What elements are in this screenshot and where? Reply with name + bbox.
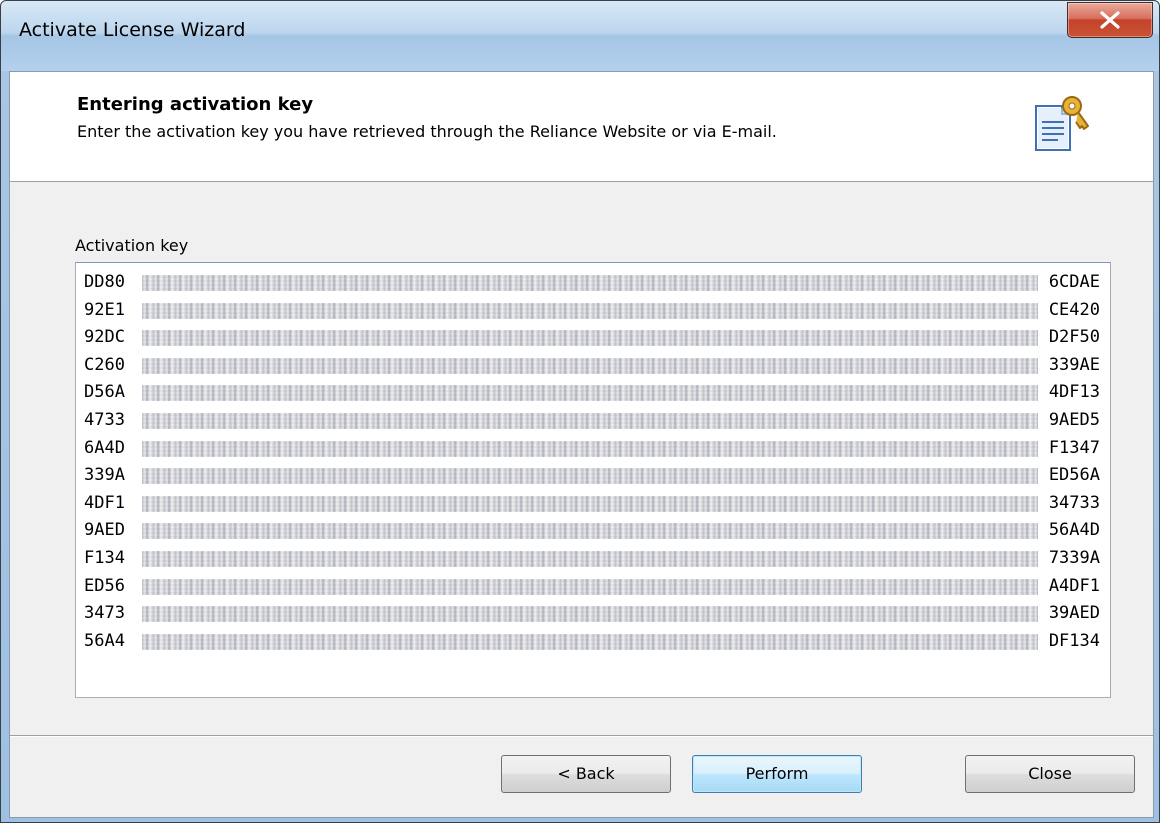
redacted-key-segment <box>142 385 1038 402</box>
key-line: 339A ED56A <box>84 462 1110 490</box>
step-description: Enter the activation key you have retrie… <box>77 122 777 141</box>
footer-separator <box>10 735 1153 737</box>
key-line: C260 339AE <box>84 352 1110 380</box>
redacted-key-segment <box>142 468 1038 485</box>
key-line-start: DD80 <box>84 272 125 292</box>
key-line: 92DC D2F50 <box>84 324 1110 352</box>
back-button[interactable]: < Back <box>501 755 671 793</box>
redacted-key-segment <box>142 550 1038 567</box>
redacted-key-segment <box>142 412 1038 429</box>
key-line: ED56 A4DF1 <box>84 573 1110 601</box>
redacted-key-segment <box>142 275 1038 291</box>
key-line-end: 56A4D <box>1048 520 1100 541</box>
key-line: 9AED 56A4D <box>84 517 1110 545</box>
key-line-start: C260 <box>84 354 125 375</box>
redacted-key-segment <box>142 495 1038 512</box>
key-line-end: 9AED5 <box>1048 409 1100 430</box>
key-line: 56A4 DF134 <box>84 628 1110 656</box>
key-line-end: 39AED <box>1048 603 1100 624</box>
key-line-start: F134 <box>84 547 125 568</box>
key-line-end: 6CDAE <box>1048 272 1100 292</box>
key-line-end: CE420 <box>1048 299 1100 320</box>
key-line-start: 9AED <box>84 520 125 541</box>
key-line: 3473 39AED <box>84 600 1110 628</box>
redacted-key-segment <box>142 330 1038 347</box>
redacted-key-segment <box>142 578 1038 595</box>
key-line-start: ED56 <box>84 575 125 596</box>
close-button[interactable]: Close <box>965 755 1135 793</box>
key-line-start: 4733 <box>84 409 125 430</box>
wizard-header: Entering activation key Enter the activa… <box>10 72 1153 182</box>
redacted-key-segment <box>142 302 1038 319</box>
key-line-end: ED56A <box>1048 465 1100 486</box>
window-title: Activate License Wizard <box>19 19 246 41</box>
key-line-start: 56A4 <box>84 630 125 651</box>
key-line-end: F1347 <box>1048 437 1100 458</box>
wizard-window: Activate License Wizard Entering activat… <box>0 0 1160 823</box>
wizard-client-area: Entering activation key Enter the activa… <box>9 71 1154 818</box>
activation-key-label: Activation key <box>75 236 189 255</box>
key-line: D56A 4DF13 <box>84 379 1110 407</box>
key-line-end: 34733 <box>1048 492 1100 513</box>
key-line: 4DF1 34733 <box>84 490 1110 518</box>
key-line: 4733 9AED5 <box>84 407 1110 435</box>
step-title: Entering activation key <box>77 94 314 115</box>
key-line-end: 4DF13 <box>1048 382 1100 403</box>
redacted-key-segment <box>142 606 1038 623</box>
key-line-end: 339AE <box>1048 354 1100 375</box>
title-bar[interactable]: Activate License Wizard <box>1 1 1159 71</box>
key-line-end: DF134 <box>1048 630 1100 651</box>
key-line-start: 339A <box>84 465 125 486</box>
key-line: 92E1 CE420 <box>84 297 1110 325</box>
activation-key-textarea[interactable]: DD80 6CDAE 92E1 CE420 92DC D2F50 C260 339AE … <box>75 262 1111 698</box>
key-line-end: 7339A <box>1048 547 1100 568</box>
redacted-key-segment <box>142 440 1038 457</box>
license-key-document-icon <box>1035 96 1089 151</box>
key-line: DD80 6CDAE <box>84 269 1110 297</box>
close-icon <box>1100 11 1120 29</box>
key-line: 6A4D F1347 <box>84 435 1110 463</box>
key-line-start: D56A <box>84 382 125 403</box>
redacted-key-segment <box>142 633 1038 650</box>
key-line-start: 6A4D <box>84 437 125 458</box>
key-line-start: 92E1 <box>84 299 125 320</box>
key-line-start: 3473 <box>84 603 125 624</box>
key-line-start: 92DC <box>84 327 125 348</box>
key-line-end: D2F50 <box>1048 327 1100 348</box>
key-line: F134 7339A <box>84 545 1110 573</box>
redacted-key-segment <box>142 523 1038 540</box>
perform-button[interactable]: Perform <box>692 755 862 793</box>
key-line-start: 4DF1 <box>84 492 125 513</box>
redacted-key-segment <box>142 357 1038 374</box>
window-close-button[interactable] <box>1067 2 1153 38</box>
key-line-end: A4DF1 <box>1048 575 1100 596</box>
